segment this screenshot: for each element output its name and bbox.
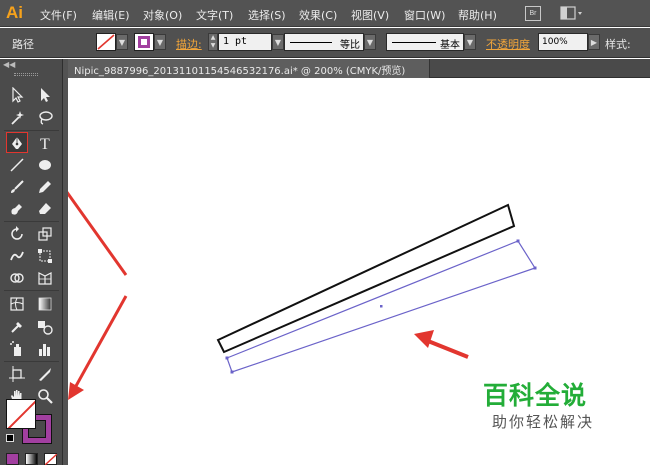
menu-select[interactable]: 选择(S): [248, 7, 286, 23]
eyedropper-tool-icon[interactable]: [6, 316, 28, 337]
opacity-dropdown-icon[interactable]: ▶: [588, 34, 600, 50]
none-mode-icon[interactable]: [44, 453, 58, 465]
menu-file[interactable]: 文件(F): [40, 7, 77, 23]
opacity-input[interactable]: 100%: [538, 33, 588, 51]
artboard-tool-icon[interactable]: [6, 363, 28, 384]
color-mode-icon[interactable]: [6, 453, 19, 465]
magic-wand-tool-icon[interactable]: [6, 107, 28, 128]
symbol-sprayer-tool-icon[interactable]: [6, 338, 28, 359]
blob-brush-tool-icon[interactable]: [6, 198, 28, 219]
column-graph-tool-icon[interactable]: [34, 338, 56, 359]
stroke-weight-input[interactable]: 1 pt: [218, 33, 272, 51]
mesh-tool-icon[interactable]: [6, 293, 28, 314]
document-tab-bar: Nipic_9887996_20131101154546532176.ai* @…: [68, 59, 650, 78]
paintbrush-tool-icon[interactable]: [6, 176, 28, 197]
anchor-point[interactable]: [225, 356, 229, 360]
fill-swatch[interactable]: [6, 399, 36, 429]
brush-dropdown-icon[interactable]: ▼: [464, 34, 476, 50]
arrow-to-fill-swatch: [74, 295, 128, 387]
anchor-point[interactable]: [230, 370, 234, 374]
panel-grip[interactable]: [14, 73, 38, 76]
svg-text:T: T: [40, 136, 50, 151]
direct-selection-tool-icon[interactable]: [34, 84, 56, 105]
selection-type-label: 路径: [12, 38, 34, 51]
center-point: [380, 305, 383, 308]
variable-width-dropdown-icon[interactable]: ▼: [364, 34, 376, 50]
gradient-mode-icon[interactable]: [25, 453, 38, 465]
pen-tool-icon[interactable]: [6, 132, 28, 153]
type-tool-icon[interactable]: T: [34, 132, 56, 153]
stroke-label[interactable]: 描边:: [176, 36, 202, 52]
stroke-color-swatch[interactable]: [134, 33, 154, 51]
lasso-tool-icon[interactable]: [34, 107, 56, 128]
slice-tool-icon[interactable]: [34, 363, 56, 384]
stroke-weight-dropdown-icon[interactable]: ▼: [272, 34, 284, 50]
scale-tool-icon[interactable]: [34, 223, 56, 244]
blend-tool-icon[interactable]: [34, 316, 56, 337]
rotate-tool-icon[interactable]: [6, 223, 28, 244]
arrange-documents-icon[interactable]: [560, 6, 584, 21]
watermark-title: 百科全说: [483, 381, 588, 410]
menu-object[interactable]: 对象(O): [143, 7, 182, 23]
watermark-subtitle: 助你轻松解决: [492, 413, 595, 431]
fill-color-swatch[interactable]: [96, 33, 116, 51]
default-colors-icon[interactable]: [6, 434, 14, 442]
control-bar: 路径 ▼ ▼ 描边: ▲ ▼ 1 pt ▼ 等比 ▼ 基本 ▼ 不透明度 100%…: [0, 28, 650, 58]
bridge-icon[interactable]: Br: [525, 6, 541, 21]
opacity-label[interactable]: 不透明度: [486, 36, 530, 52]
fill-dropdown-icon[interactable]: ▼: [116, 34, 128, 50]
arrow-head: [414, 330, 434, 348]
document-tab[interactable]: Nipic_9887996_20131101154546532176.ai* @…: [68, 59, 430, 78]
app-logo: Ai: [6, 3, 23, 22]
arrow-to-shape: [427, 339, 469, 359]
collapse-panel-icon[interactable]: ◀◀: [3, 60, 15, 69]
menu-effect[interactable]: 效果(C): [299, 7, 337, 23]
brush-label: 基本: [440, 40, 460, 51]
tools-panel: ◀◀ T: [0, 59, 63, 465]
warp-tool-icon[interactable]: [6, 245, 28, 266]
perspective-grid-tool-icon[interactable]: [34, 267, 56, 288]
eraser-tool-icon[interactable]: [34, 198, 56, 219]
black-parallelogram[interactable]: [216, 203, 516, 354]
gradient-tool-icon[interactable]: [34, 293, 56, 314]
shape-builder-tool-icon[interactable]: [6, 267, 28, 288]
pencil-tool-icon[interactable]: [34, 176, 56, 197]
line-segment-tool-icon[interactable]: [6, 154, 28, 175]
menu-type[interactable]: 文字(T): [196, 7, 233, 23]
anchor-point[interactable]: [516, 239, 520, 243]
menu-help[interactable]: 帮助(H): [458, 7, 497, 23]
stroke-weight-stepper-icon[interactable]: ▲ ▼: [208, 33, 218, 51]
graphic-style-label: 样式:: [605, 38, 631, 51]
anchor-point[interactable]: [533, 266, 537, 270]
zoom-tool-icon[interactable]: [34, 385, 56, 406]
menu-window[interactable]: 窗口(W): [404, 7, 445, 23]
menu-view[interactable]: 视图(V): [351, 7, 389, 23]
stroke-dropdown-icon[interactable]: ▼: [154, 34, 166, 50]
menu-bar: Ai 文件(F) 编辑(E) 对象(O) 文字(T) 选择(S) 效果(C) 视…: [0, 0, 650, 27]
variable-width-profile[interactable]: 等比: [284, 33, 364, 51]
free-transform-tool-icon[interactable]: [34, 245, 56, 266]
variable-width-label: 等比: [340, 40, 360, 51]
ellipse-tool-icon[interactable]: [34, 154, 56, 175]
brush-definition[interactable]: 基本: [386, 33, 464, 51]
arrow-to-pen-tool: [68, 191, 128, 276]
menu-edit[interactable]: 编辑(E): [92, 7, 130, 23]
selection-tool-icon[interactable]: [6, 84, 28, 105]
